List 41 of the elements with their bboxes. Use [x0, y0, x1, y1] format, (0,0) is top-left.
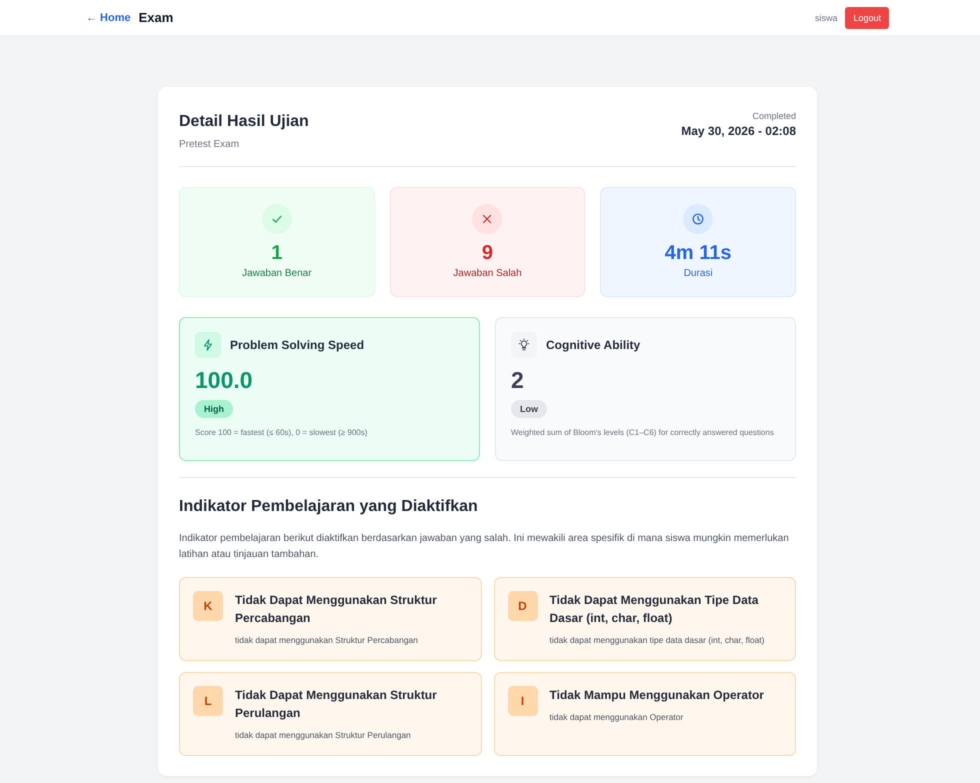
close-icon: [472, 204, 502, 234]
indicator-title: Tidak Dapat Menggunakan Struktur Perulangan: [235, 687, 438, 722]
indicator-title: Tidak Dapat Menggunakan Tipe Data Dasar (int, char, float): [550, 592, 760, 627]
stat-label: Jawaban Benar: [242, 268, 312, 279]
page-title: Exam: [138, 10, 174, 25]
section-description: Indikator pembelajaran berikut diaktifkan berdasarkan jawaban yang salah. Ini mewakili area spesifik di mana siswa mungkin memerlukan latihan atau tinjauan tambahan.: [179, 532, 790, 562]
lightning-icon: [195, 332, 221, 358]
stat-label: Durasi: [684, 268, 713, 279]
indicator-title: Tidak Dapat Menggunakan Struktur Percabangan: [235, 592, 438, 627]
status-label: Completed: [751, 111, 796, 121]
stat-value: 9: [482, 242, 494, 265]
clock-icon: [683, 204, 714, 234]
metric-note: Weighted sum of Bloom's levels (C1–C6) for correctly answered questions: [511, 427, 775, 438]
metric-title: Cognitive Ability: [546, 338, 640, 352]
completion-date: May 30, 2026 - 02:08: [681, 124, 796, 138]
stat-value: 1: [271, 242, 282, 265]
metric-note: Score 100 = fastest (≤ 60s), 0 = slowest (≥ 900s): [195, 427, 368, 438]
check-icon: [262, 204, 292, 234]
indicator-title: Tidak Mampu Menggunakan Operator: [550, 687, 764, 704]
result-title: Detail Hasil Ujian: [179, 113, 309, 131]
letter-badge: I: [508, 686, 538, 716]
metric-title: Problem Solving Speed: [230, 338, 364, 352]
metric-value: 100.0: [195, 367, 254, 394]
indicator-description: tidak dapat menggunakan tipe data dasar (int, char, float): [550, 634, 766, 647]
section-title: Indikator Pembelajaran yang Diaktifkan: [179, 498, 479, 516]
metric-value: 2: [511, 367, 525, 394]
letter-badge: D: [508, 591, 538, 621]
indicator-description: tidak dapat menggunakan Struktur Percabangan: [235, 634, 419, 647]
home-link[interactable]: ← Home: [86, 12, 131, 24]
user-name: siswa: [814, 12, 838, 22]
level-badge: High: [195, 400, 233, 418]
indicator-description: tidak dapat menggunakan Operator: [550, 711, 684, 724]
stat-value: 4m 11s: [664, 242, 732, 265]
exam-name: Pretest Exam: [179, 139, 240, 150]
letter-badge: L: [193, 686, 223, 716]
logout-button[interactable]: Logout: [845, 6, 889, 28]
lightbulb-icon: [511, 332, 537, 358]
stat-label: Jawaban Salah: [453, 268, 522, 279]
indicator-description: tidak dapat menggunakan Struktur Perulangan: [235, 729, 412, 742]
letter-badge: K: [193, 591, 223, 621]
level-badge: Low: [511, 400, 547, 418]
